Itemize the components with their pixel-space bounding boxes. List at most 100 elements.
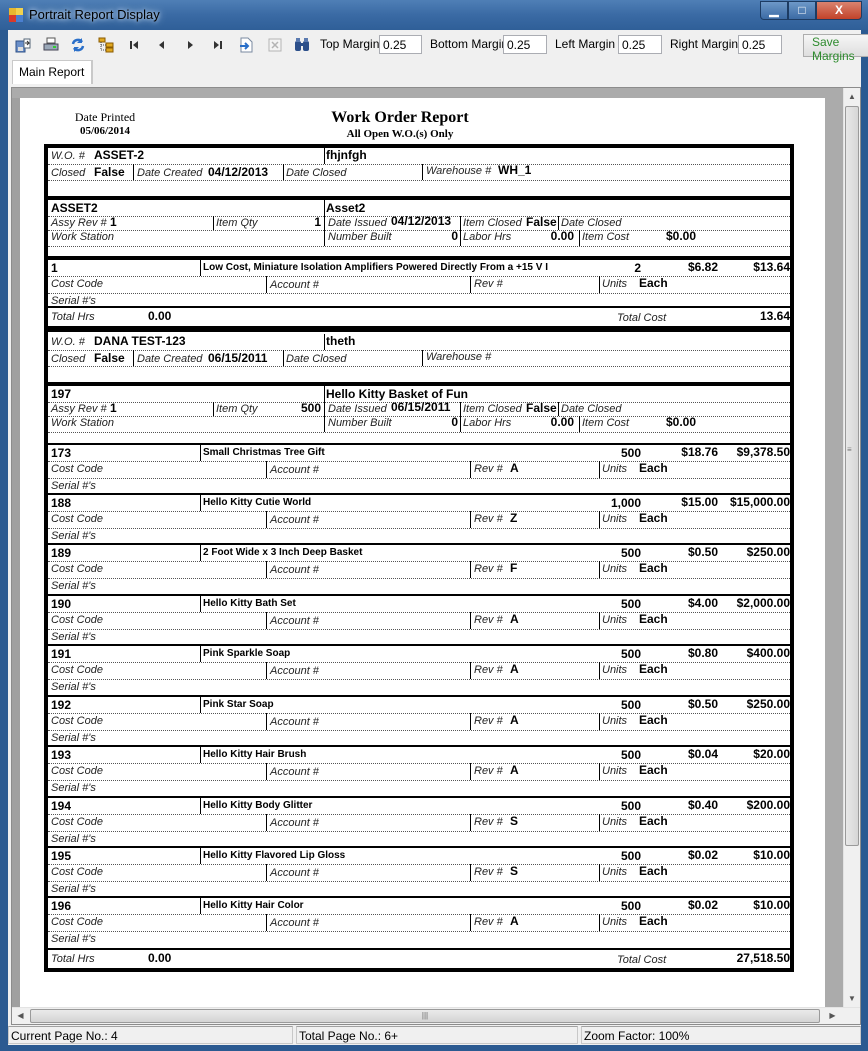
item-qty-value: 500 [300, 401, 321, 415]
warehouse-label: Warehouse # [426, 351, 492, 363]
rev-value: A [510, 763, 519, 777]
item-qty-value: 1 [314, 215, 321, 229]
column-divider [460, 402, 461, 416]
left-margin-input[interactable] [618, 35, 662, 54]
labor-hrs-value: 0.00 [550, 415, 574, 429]
account-label: Account # [270, 917, 319, 929]
vertical-scroll-thumb[interactable] [845, 106, 859, 846]
next-page-icon[interactable] [181, 36, 199, 54]
number-built-label: Number Built [328, 231, 392, 243]
item-closed-value: False [526, 215, 557, 229]
column-divider [200, 697, 201, 713]
dotted-rule [48, 578, 790, 579]
item-description: Pink Star Soap [203, 699, 274, 710]
labor-hrs-value: 0.00 [550, 229, 574, 243]
assy-rev-value: 1 [110, 215, 117, 229]
scroll-right-icon[interactable]: ▶ [824, 1008, 841, 1024]
units-value: Each [639, 763, 668, 777]
dotted-rule [48, 662, 790, 663]
total-hrs-label: Total Hrs [51, 311, 95, 323]
account-label: Account # [270, 464, 319, 476]
date-created-label: Date Created [137, 167, 203, 179]
minimize-button[interactable]: ▁ [760, 1, 788, 20]
account-label: Account # [270, 766, 319, 778]
export-icon[interactable] [14, 36, 32, 54]
item-qty: 500 [620, 446, 641, 460]
item-unit-cost: $0.50 [687, 697, 718, 711]
go-to-page-icon[interactable] [237, 36, 255, 54]
cost-code-label: Cost Code [51, 463, 103, 475]
date-issued-label: Date Issued [328, 217, 387, 229]
tab-main-report[interactable]: Main Report [12, 60, 92, 84]
scroll-left-icon[interactable]: ◀ [12, 1008, 29, 1024]
dotted-rule [48, 864, 790, 865]
right-margin-input[interactable] [738, 35, 782, 54]
total-pages-status: Total Page No.: 6+ [296, 1026, 578, 1044]
closed-label: Closed [51, 167, 86, 179]
refresh-icon[interactable] [69, 36, 87, 54]
column-divider [213, 402, 214, 416]
search-icon[interactable] [293, 36, 311, 54]
rev-value: S [510, 814, 519, 828]
column-divider [422, 350, 423, 366]
bottom-margin-input[interactable] [503, 35, 547, 54]
app-icon [9, 8, 23, 22]
group-tree-icon[interactable] [97, 36, 115, 54]
column-divider [599, 276, 600, 293]
horizontal-scroll-thumb[interactable]: ||| [30, 1009, 820, 1023]
dotted-rule [48, 528, 790, 529]
print-icon[interactable] [42, 36, 60, 54]
column-divider [599, 561, 600, 578]
account-label: Account # [270, 716, 319, 728]
item-description: 2 Foot Wide x 3 Inch Deep Basket [203, 547, 363, 558]
scroll-down-icon[interactable]: ▼ [844, 990, 860, 1007]
column-divider [558, 216, 559, 230]
units-label: Units [602, 715, 628, 727]
rev-label: Rev # [474, 614, 503, 626]
cost-code-label: Cost Code [51, 816, 103, 828]
units-value: Each [639, 561, 668, 575]
dotted-rule [48, 432, 790, 433]
dotted-rule [48, 246, 790, 247]
serials-label: Serial #'s [51, 530, 96, 542]
item-unit-cost: $0.40 [687, 798, 718, 812]
scroll-up-icon[interactable]: ▲ [844, 88, 860, 105]
bottom-margin-label: Bottom Margin [430, 37, 509, 51]
column-divider [558, 402, 559, 416]
item-qty-label: Item Qty [216, 217, 258, 229]
date-created-label: Date Created [137, 353, 203, 365]
units-label: Units [602, 563, 628, 575]
first-page-icon[interactable] [125, 36, 143, 54]
column-divider [470, 612, 471, 629]
item-qty: 500 [620, 647, 641, 661]
date-issued-value: 04/12/2013 [391, 214, 452, 228]
dotted-rule [48, 511, 790, 512]
rev-label: Rev # [474, 664, 503, 676]
serials-label: Serial #'s [51, 782, 96, 794]
item-cost-label: Item Cost [582, 417, 630, 429]
horizontal-scrollbar[interactable]: ◀ ||| ▶ [12, 1007, 860, 1024]
previous-page-icon[interactable] [153, 36, 171, 54]
assembly-part: 197 [51, 387, 72, 401]
table-row: 188 Hello Kitty Cutie World 1,000 $15.00 $15… [48, 495, 790, 545]
close-button[interactable]: X [816, 1, 862, 20]
closed-value: False [94, 165, 125, 179]
column-divider [133, 350, 134, 366]
maximize-button[interactable]: □ [788, 1, 816, 20]
account-label: Account # [270, 279, 319, 291]
column-divider [266, 276, 267, 293]
units-label: Units [602, 664, 628, 676]
stop-icon[interactable] [266, 36, 284, 54]
column-divider [266, 914, 267, 931]
units-value: Each [639, 814, 668, 828]
total-cost-value: 13.64 [759, 309, 790, 323]
vertical-scrollbar[interactable]: ▲ ≡ ▼ [843, 88, 860, 1008]
save-margins-button[interactable]: Save Margins [803, 34, 868, 63]
assy-rev-label: Assy Rev # [51, 217, 107, 229]
dotted-rule [48, 713, 790, 714]
rev-label: Rev # [474, 816, 503, 828]
last-page-icon[interactable] [209, 36, 227, 54]
top-margin-input[interactable] [379, 35, 422, 54]
total-cost-label: Total Cost [617, 954, 667, 966]
report-subtitle: All Open W.O.(s) Only [346, 128, 454, 140]
